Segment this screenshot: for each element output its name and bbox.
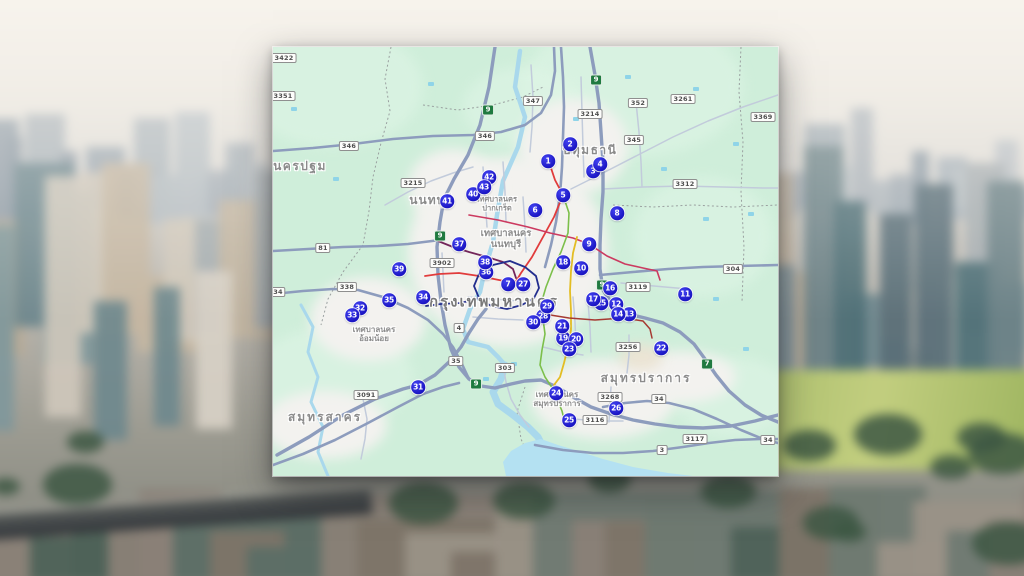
route-shield: 3422	[273, 53, 296, 63]
map-marker-24[interactable]: 24	[549, 386, 563, 400]
route-shield: 346	[339, 141, 359, 151]
map-marker-31[interactable]: 31	[411, 380, 425, 394]
map-marker-9[interactable]: 9	[582, 237, 596, 251]
map-marker-14[interactable]: 14	[611, 307, 625, 321]
map-marker-6[interactable]: 6	[528, 203, 542, 217]
map-marker-43[interactable]: 43	[477, 180, 491, 194]
tree-clump	[43, 464, 112, 505]
route-shield: 3369	[751, 112, 776, 122]
map-marker-4[interactable]: 4	[593, 157, 607, 171]
map-marker-41[interactable]: 41	[440, 194, 454, 208]
map-marker-7[interactable]: 7	[501, 277, 515, 291]
route-shield: 34	[651, 394, 666, 404]
route-shield: 3902	[430, 258, 455, 268]
motorway-shield: 9	[482, 105, 494, 116]
tree-clump	[783, 430, 835, 461]
tree-clump	[493, 482, 555, 519]
route-shield: 4	[454, 323, 465, 333]
motorway-shield: 9	[434, 231, 446, 242]
tree-clump	[968, 433, 1024, 474]
bangkok-map-panel[interactable]: นครปฐมปทุมธานีนนทบุรีสมุทรปราการสมุทรสาค…	[273, 47, 778, 476]
route-shield: 3261	[671, 94, 696, 104]
map-marker-39[interactable]: 39	[392, 262, 406, 276]
map-marker-11[interactable]: 11	[678, 287, 692, 301]
screenshot-root: นครปฐมปทุมธานีนนทบุรีสมุทรปราการสมุทรสาค…	[0, 0, 1024, 576]
map-marker-30[interactable]: 30	[526, 315, 540, 329]
map-marker-5[interactable]: 5	[556, 188, 570, 202]
map-marker-35[interactable]: 35	[382, 293, 396, 307]
map-marker-26[interactable]: 26	[609, 401, 623, 415]
route-shield: 338	[337, 282, 357, 292]
route-shield: 3215	[401, 178, 426, 188]
route-shield: 3256	[616, 342, 641, 352]
route-shield: 303	[495, 363, 515, 373]
map-marker-17[interactable]: 17	[586, 292, 600, 306]
place-label: เทศบาลนคร อ้อมน้อย	[353, 325, 396, 343]
route-shield: 304	[723, 264, 743, 274]
building	[154, 287, 180, 426]
map-marker-18[interactable]: 18	[556, 255, 570, 269]
route-shield: 35	[448, 356, 463, 366]
route-shield: 3117	[683, 434, 708, 444]
map-marker-22[interactable]: 22	[654, 341, 668, 355]
motorway-shield: 9	[590, 75, 602, 86]
map-marker-8[interactable]: 8	[610, 206, 624, 220]
map-marker-23[interactable]: 23	[562, 342, 576, 356]
building	[94, 301, 127, 440]
map-marker-34[interactable]: 34	[416, 290, 430, 304]
tree-clump	[930, 455, 971, 480]
map-marker-10[interactable]: 10	[574, 261, 588, 275]
route-shield: 81	[315, 243, 330, 253]
tree-clump	[67, 431, 104, 453]
building	[196, 271, 232, 429]
map-marker-25[interactable]: 25	[562, 413, 576, 427]
map-marker-16[interactable]: 16	[603, 281, 617, 295]
place-label: สมุทรปราการ	[601, 372, 692, 386]
route-shield: 345	[624, 135, 644, 145]
map-marker-38[interactable]: 38	[478, 255, 492, 269]
map-marker-29[interactable]: 29	[540, 299, 554, 313]
route-shield: 3119	[626, 282, 651, 292]
route-shield: 3	[657, 445, 668, 455]
route-shield: 3116	[583, 415, 608, 425]
place-label: เทศบาลนคร ปากเกร็ด	[477, 195, 517, 212]
building	[0, 225, 14, 431]
map-overlay: นครปฐมปทุมธานีนนทบุรีสมุทรปราการสมุทรสาค…	[273, 47, 778, 476]
route-shield: 3312	[673, 179, 698, 189]
route-shield: 352	[628, 98, 648, 108]
tree-clump	[854, 414, 922, 455]
building	[45, 176, 81, 417]
map-marker-1[interactable]: 1	[541, 154, 555, 168]
map-marker-21[interactable]: 21	[555, 319, 569, 333]
route-shield: 347	[523, 96, 543, 106]
tree-clump	[389, 482, 458, 523]
map-marker-33[interactable]: 33	[345, 308, 359, 322]
map-marker-27[interactable]: 27	[516, 277, 530, 291]
route-shield: 346	[475, 131, 495, 141]
map-marker-37[interactable]: 37	[452, 237, 466, 251]
route-shield: 3214	[578, 109, 603, 119]
route-shield: 3091	[354, 390, 379, 400]
route-shield: 34	[273, 287, 286, 297]
place-label: สมุทรสาคร	[288, 411, 362, 425]
motorway-shield: 7	[701, 359, 713, 370]
tree-clump	[803, 506, 859, 540]
route-shield: 3351	[273, 91, 295, 101]
route-shield: 34	[760, 435, 775, 445]
route-shield: 3268	[598, 392, 623, 402]
place-label: เทศบาลนคร นนทบุรี	[481, 229, 532, 251]
building	[890, 174, 912, 219]
place-label: นครปฐม	[273, 160, 327, 174]
building	[851, 108, 873, 208]
motorway-shield: 9	[470, 379, 482, 390]
map-marker-2[interactable]: 2	[563, 137, 577, 151]
